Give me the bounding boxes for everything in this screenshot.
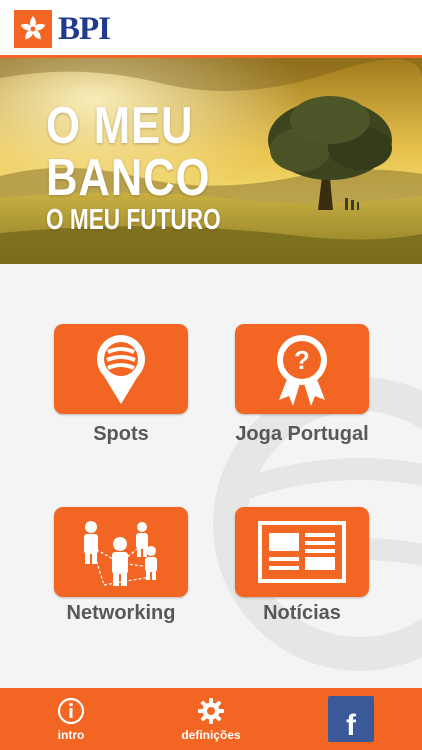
definicoes-tab[interactable]: definições xyxy=(170,688,252,750)
noticias-button[interactable] xyxy=(235,507,369,597)
main-menu: Spots ? Joga Portugal Networking Notícia… xyxy=(0,264,422,688)
definicoes-label: definições xyxy=(181,728,241,742)
newspaper-icon xyxy=(258,521,346,583)
banner-title-line-2: BANCO xyxy=(46,149,211,207)
bpi-logo-text: BPI xyxy=(58,11,111,47)
networking-label: Networking xyxy=(66,602,176,624)
joga-portugal-button[interactable]: ? xyxy=(235,324,369,414)
joga-portugal-label: Joga Portugal xyxy=(235,423,369,445)
bpi-star-logo-icon xyxy=(14,10,52,48)
location-pin-icon xyxy=(97,335,145,404)
facebook-button[interactable]: f xyxy=(328,696,374,742)
intro-label: intro xyxy=(57,728,85,742)
networking-button[interactable] xyxy=(54,507,188,597)
spots-label: Spots xyxy=(93,423,149,445)
people-network-icon xyxy=(84,521,157,586)
intro-tab[interactable]: intro xyxy=(40,688,102,750)
award-ribbon-question-icon: ? xyxy=(277,335,327,406)
facebook-icon: f xyxy=(346,709,356,742)
noticias-label: Notícias xyxy=(263,602,341,624)
info-icon xyxy=(57,697,85,725)
gear-icon xyxy=(198,698,224,724)
hero-banner: O MEU BANCO O MEU FUTURO xyxy=(0,58,422,264)
banner-title-line-1: O MEU xyxy=(46,97,194,155)
spots-button[interactable] xyxy=(54,324,188,414)
svg-text:?: ? xyxy=(294,345,310,375)
banner-subtitle: O MEU FUTURO xyxy=(46,204,221,236)
app-header: BPI xyxy=(0,0,422,58)
